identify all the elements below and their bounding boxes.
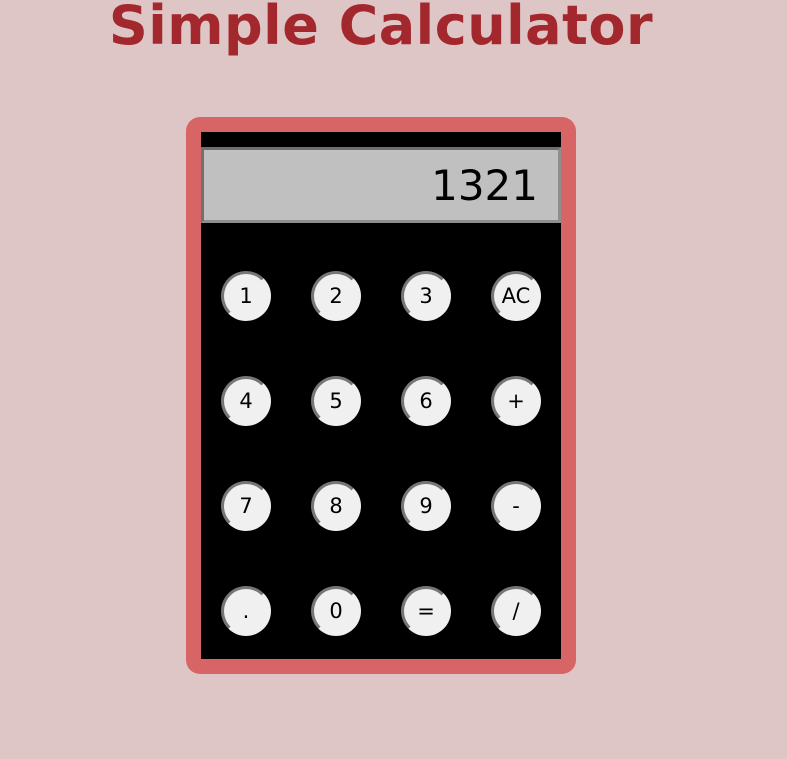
key-equals[interactable]: = <box>401 586 451 636</box>
key-all-clear[interactable]: AC <box>491 271 541 321</box>
key-1[interactable]: 1 <box>221 271 271 321</box>
key-8[interactable]: 8 <box>311 481 361 531</box>
calculator-body: 1321 1 2 3 AC 4 5 6 +7 8 9-. 0 = / <box>201 132 561 659</box>
calculator-frame: 1321 1 2 3 AC 4 5 6 +7 8 9-. 0 = / <box>186 117 576 674</box>
key-minus[interactable]: - <box>491 481 541 531</box>
page: Simple Calculator 1321 1 2 3 AC 4 5 6 +7 8 9-. 0 = / <box>0 0 787 759</box>
key-3[interactable]: 3 <box>401 271 451 321</box>
key-6[interactable]: 6 <box>401 376 451 426</box>
keypad: 1 2 3 AC 4 5 6 +7 8 9-. 0 = / <box>201 132 561 659</box>
key-7[interactable]: 7 <box>221 481 271 531</box>
key-2[interactable]: 2 <box>311 271 361 321</box>
key-4[interactable]: 4 <box>221 376 271 426</box>
key-divide[interactable]: / <box>491 586 541 636</box>
key-plus[interactable]: + <box>491 376 541 426</box>
key-5[interactable]: 5 <box>311 376 361 426</box>
page-title: Simple Calculator <box>108 0 654 57</box>
key-0[interactable]: 0 <box>311 586 361 636</box>
key-9[interactable]: 9 <box>401 481 451 531</box>
key-decimal[interactable]: . <box>221 586 271 636</box>
